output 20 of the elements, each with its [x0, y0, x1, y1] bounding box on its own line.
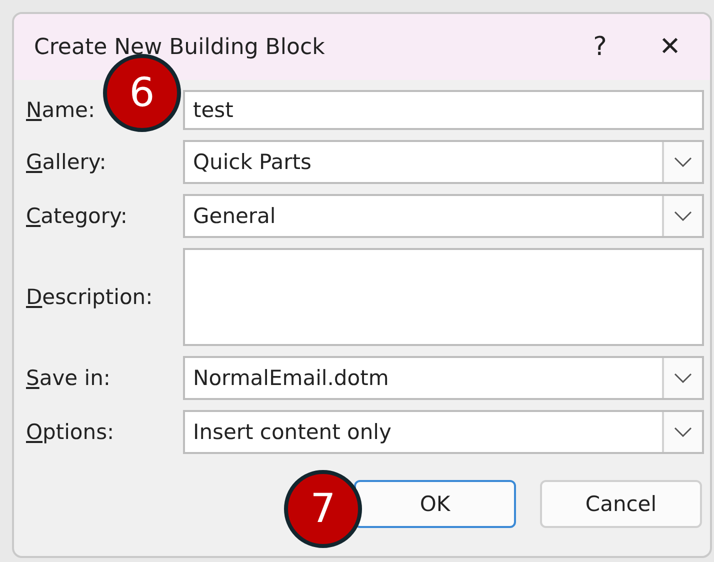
field-label: Description: [26, 285, 154, 309]
input-field[interactable]: test [183, 90, 704, 130]
chevron-down-icon [674, 211, 692, 221]
text-area[interactable] [183, 248, 704, 346]
field-label: Category: [26, 204, 128, 228]
close-button[interactable]: ✕ [640, 22, 700, 72]
field-label: Save in: [26, 366, 112, 390]
dropdown[interactable]: Insert content only [183, 410, 704, 454]
dropdown[interactable]: Quick Parts [183, 140, 704, 184]
field-label: Gallery: [26, 150, 108, 174]
chevron-down-icon [674, 427, 692, 437]
chevron-down-icon [674, 373, 692, 383]
field-label: Options: [26, 420, 116, 444]
ok-button[interactable]: OK [354, 480, 516, 528]
dropdown[interactable]: NormalEmail.dotm [183, 356, 704, 400]
cancel-button[interactable]: Cancel [540, 480, 702, 528]
help-button[interactable]: ? [570, 22, 630, 72]
dropdown[interactable]: General [183, 194, 704, 238]
chevron-down-icon [674, 157, 692, 167]
field-label: Name: [26, 98, 96, 122]
